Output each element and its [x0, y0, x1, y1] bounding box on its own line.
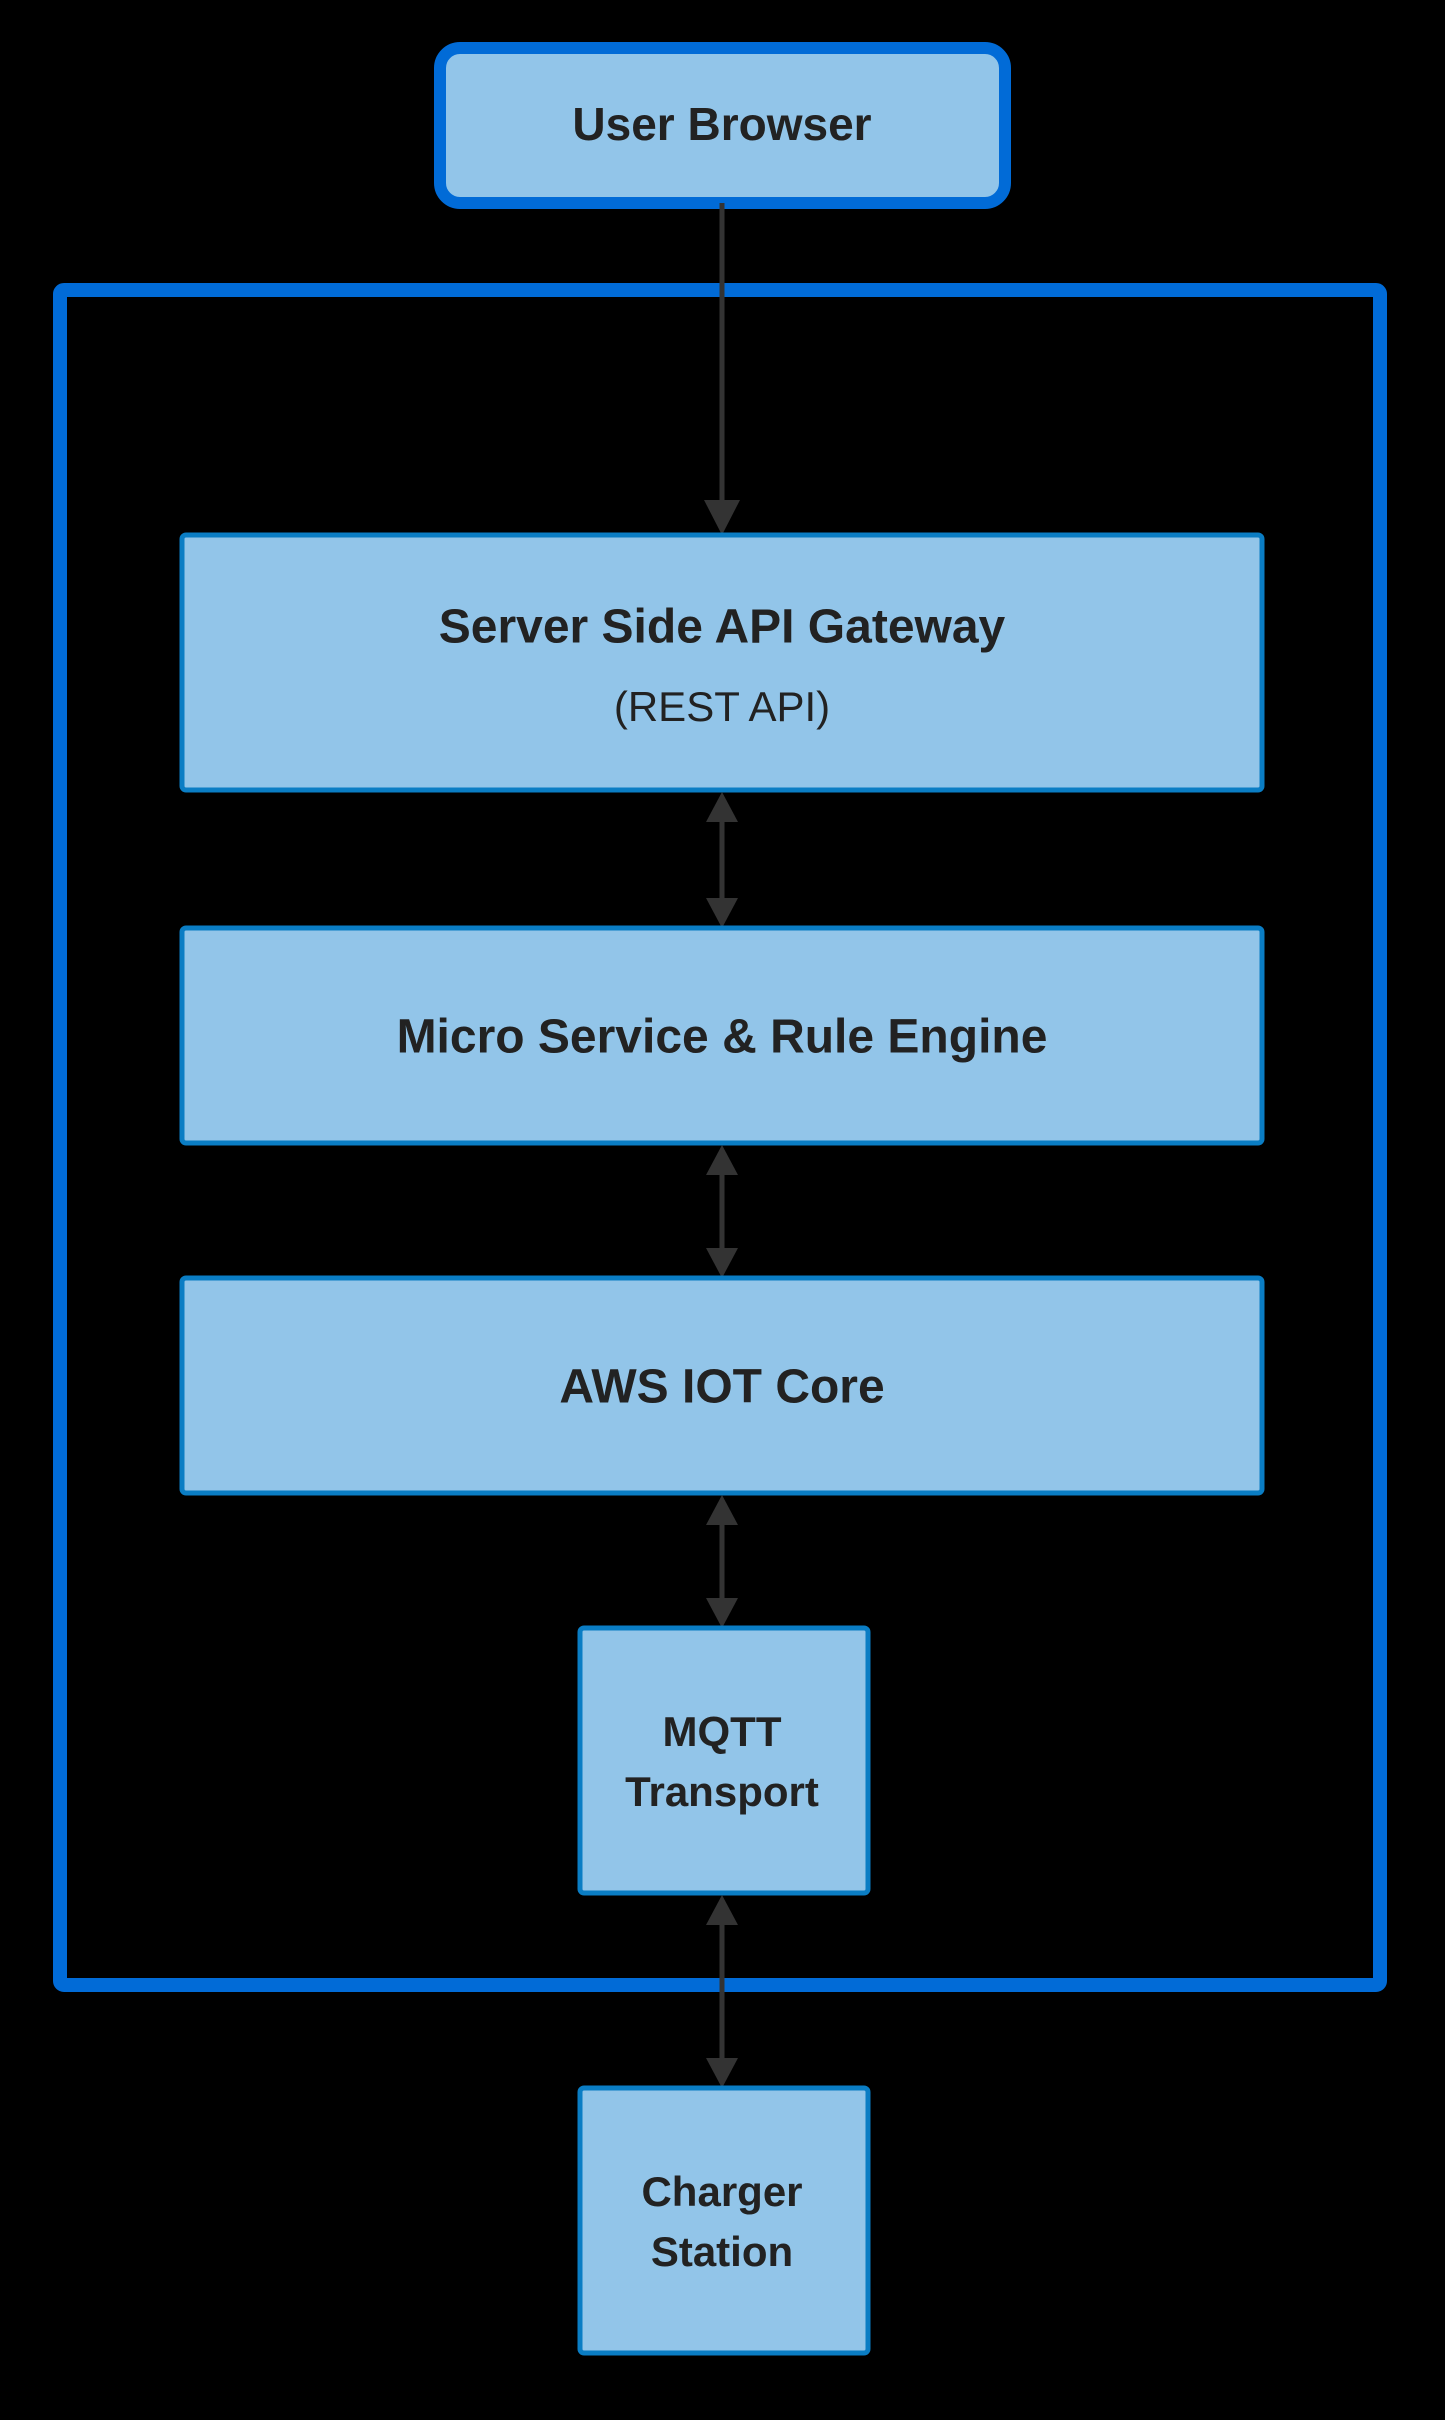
node-iot-core: AWS IOT Core	[182, 1278, 1262, 1493]
charger-line2: Station	[651, 2228, 793, 2275]
mqtt-line2: Transport	[625, 1768, 819, 1815]
arrow-gateway-microservice	[706, 792, 738, 928]
micro-service-label: Micro Service & Rule Engine	[397, 1011, 1048, 1064]
arrow-microservice-iotcore	[706, 1145, 738, 1278]
node-mqtt-transport: MQTT Transport	[580, 1628, 868, 1893]
api-gateway-title: Server Side API Gateway	[439, 601, 1006, 654]
node-user-browser: User Browser	[440, 48, 1005, 203]
node-charger-station: Charger Station	[580, 2088, 868, 2353]
arrow-iotcore-mqtt	[706, 1495, 738, 1628]
charger-line1: Charger	[641, 2168, 802, 2215]
api-gateway-subtitle: (REST API)	[614, 683, 830, 730]
node-api-gateway: Server Side API Gateway (REST API)	[182, 535, 1262, 790]
iot-core-label: AWS IOT Core	[559, 1361, 884, 1414]
mqtt-line1: MQTT	[663, 1708, 782, 1755]
arrow-browser-to-gateway	[704, 203, 740, 535]
node-micro-service: Micro Service & Rule Engine	[182, 928, 1262, 1143]
user-browser-label: User Browser	[572, 98, 871, 150]
architecture-diagram: User Browser Server Side API Gateway (RE…	[0, 0, 1445, 2420]
